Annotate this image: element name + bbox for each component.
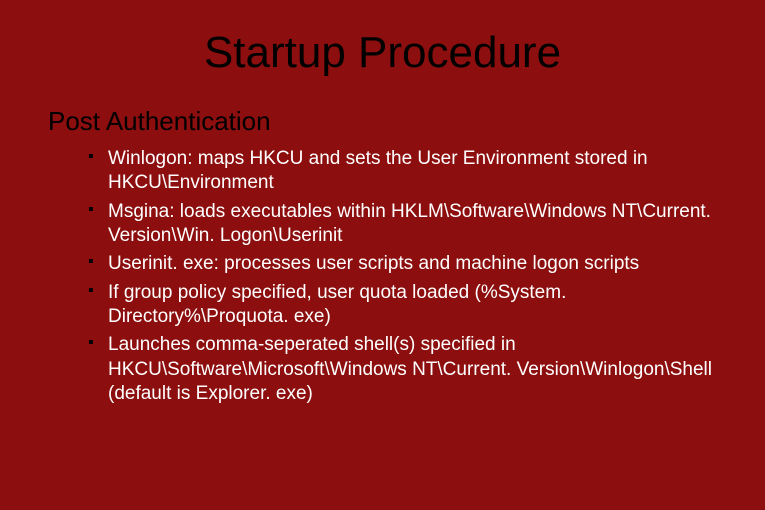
list-item: Msgina: loads executables within HKLM\So…: [88, 200, 717, 249]
slide: Startup Procedure Post Authentication Wi…: [0, 0, 765, 510]
list-item: Launches comma-seperated shell(s) specif…: [88, 333, 717, 406]
slide-subhead: Post Authentication: [48, 106, 717, 137]
list-item: If group policy specified, user quota lo…: [88, 281, 717, 330]
list-item: Userinit. exe: processes user scripts an…: [88, 252, 717, 276]
slide-title: Startup Procedure: [48, 28, 717, 78]
list-item: Winlogon: maps HKCU and sets the User En…: [88, 147, 717, 196]
bullet-list: Winlogon: maps HKCU and sets the User En…: [48, 147, 717, 406]
